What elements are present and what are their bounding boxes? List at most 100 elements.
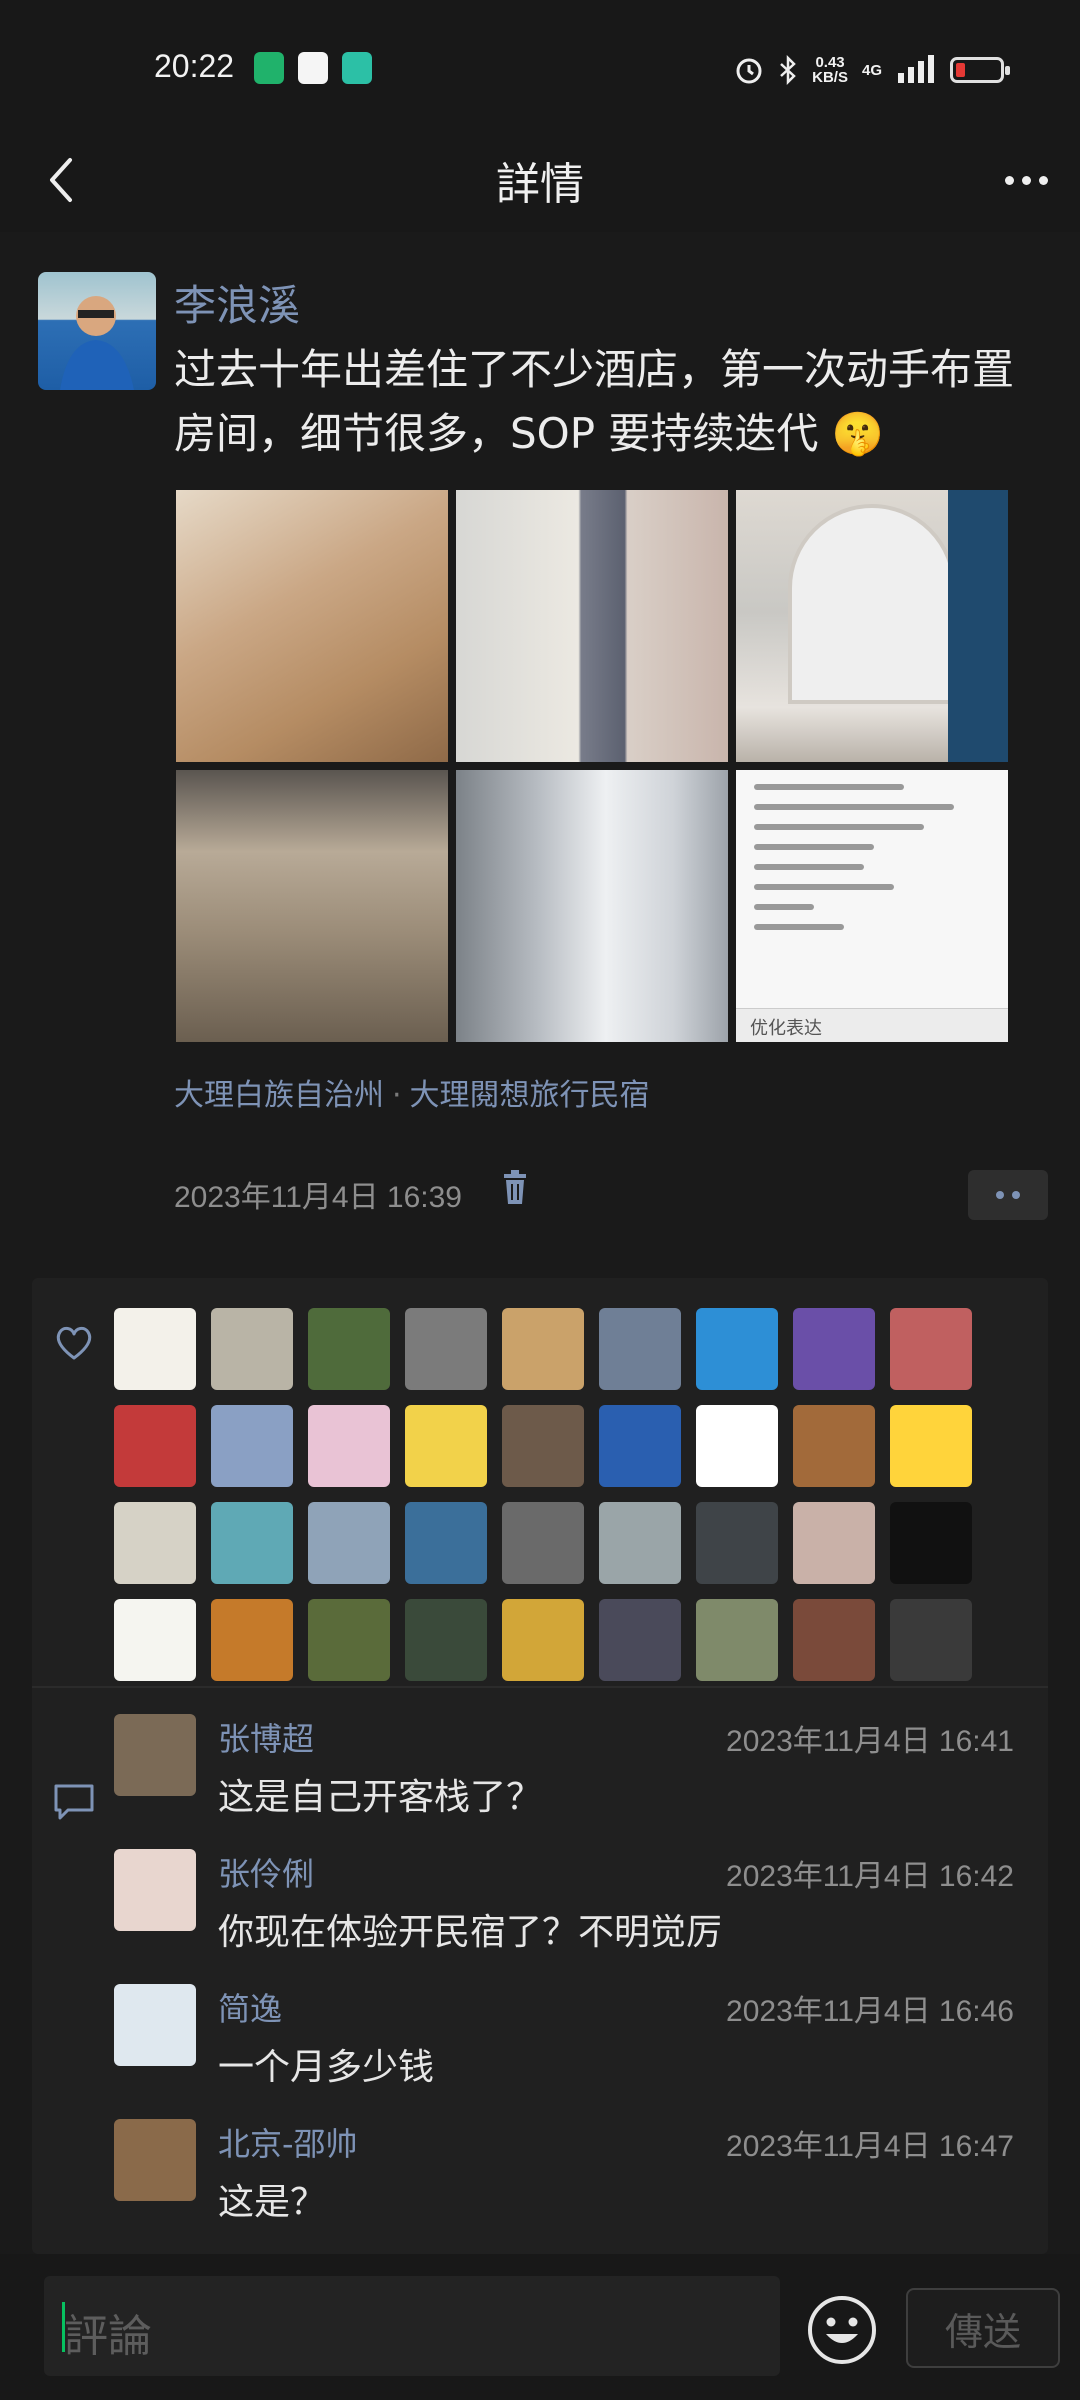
author-name[interactable]: 李浪溪 bbox=[174, 272, 300, 333]
emoji-icon[interactable] bbox=[806, 2294, 878, 2366]
bluetooth-icon bbox=[780, 55, 796, 85]
liker-avatar[interactable] bbox=[696, 1308, 778, 1390]
post-photo[interactable] bbox=[176, 770, 448, 1042]
comment-time: 2023年11月4日 16:47 bbox=[726, 2130, 1014, 2163]
commenter-name[interactable]: 简逸 bbox=[218, 1984, 282, 2030]
liker-avatar[interactable] bbox=[405, 1308, 487, 1390]
liker-avatar[interactable] bbox=[114, 1405, 196, 1487]
liker-avatar[interactable] bbox=[599, 1502, 681, 1584]
commenter-avatar[interactable] bbox=[114, 1714, 196, 1796]
liker-avatar[interactable] bbox=[793, 1599, 875, 1681]
author-avatar[interactable] bbox=[38, 272, 156, 390]
liker-avatar[interactable] bbox=[114, 1502, 196, 1584]
browser-notification-icon bbox=[298, 52, 328, 84]
comment-icon bbox=[54, 1784, 94, 1820]
comment-text: 这是自己开客栈了？ bbox=[218, 1777, 543, 1818]
post-text: 过去十年出差住了不少酒店，第一次动手布置房间，细节很多，SOP 要持续迭代 🤫 bbox=[174, 345, 1015, 458]
location-separator: · bbox=[392, 1078, 402, 1113]
commenter-name[interactable]: 北京-邵帅 bbox=[218, 2119, 358, 2165]
liker-avatar[interactable] bbox=[599, 1308, 681, 1390]
liker-avatar[interactable] bbox=[502, 1502, 584, 1584]
post-photo[interactable] bbox=[176, 490, 448, 762]
liker-avatar[interactable] bbox=[308, 1308, 390, 1390]
likes-avatar-grid bbox=[114, 1308, 1004, 1681]
status-icons: 0.43 KB/S 4G bbox=[734, 50, 1010, 90]
comment-item[interactable]: 张博超 2023年11月4日 16:41 这是自己开客栈了？ bbox=[114, 1714, 1014, 1834]
comment-item[interactable]: 北京-邵帅 2023年11月4日 16:47 这是？ bbox=[114, 2119, 1014, 2239]
liker-avatar[interactable] bbox=[502, 1308, 584, 1390]
battery-icon bbox=[950, 57, 1010, 83]
comment-input-bar: 評論 傳送 bbox=[0, 2254, 1080, 2400]
liker-avatar[interactable] bbox=[114, 1599, 196, 1681]
commenter-name[interactable]: 张博超 bbox=[218, 1714, 314, 1760]
network-speed: 0.43 KB/S bbox=[812, 54, 848, 86]
liker-avatar[interactable] bbox=[114, 1308, 196, 1390]
post-photo[interactable] bbox=[456, 490, 728, 762]
signal-icon bbox=[898, 55, 934, 83]
liker-avatar[interactable] bbox=[502, 1405, 584, 1487]
photo-grid: 优化表达 bbox=[176, 490, 1010, 1042]
commenter-avatar[interactable] bbox=[114, 2119, 196, 2201]
post-detail: 李浪溪 过去十年出差住了不少酒店，第一次动手布置房间，细节很多，SOP 要持续迭… bbox=[0, 232, 1080, 2254]
comment-text: 这是？ bbox=[218, 2182, 327, 2223]
liker-avatar[interactable] bbox=[308, 1405, 390, 1487]
comment-text: 你现在体验开民宿了？不明觉厉 bbox=[218, 1912, 723, 1953]
liker-avatar[interactable] bbox=[599, 1599, 681, 1681]
comment-item[interactable]: 简逸 2023年11月4日 16:46 一个月多少钱 bbox=[114, 1984, 1014, 2104]
liker-avatar[interactable] bbox=[793, 1502, 875, 1584]
location-place: 大理閱想旅行民宿 bbox=[409, 1078, 650, 1113]
comment-item[interactable]: 张伶俐 2023年11月4日 16:42 你现在体验开民宿了？不明觉厉 bbox=[114, 1849, 1014, 1969]
liker-avatar[interactable] bbox=[211, 1599, 293, 1681]
liker-avatar[interactable] bbox=[599, 1405, 681, 1487]
liker-avatar[interactable] bbox=[405, 1502, 487, 1584]
delete-icon[interactable] bbox=[496, 1168, 534, 1208]
comment-input[interactable]: 評論 bbox=[44, 2276, 780, 2376]
liker-avatar[interactable] bbox=[696, 1502, 778, 1584]
liker-avatar[interactable] bbox=[793, 1405, 875, 1487]
liker-avatar[interactable] bbox=[890, 1308, 972, 1390]
comment-time: 2023年11月4日 16:42 bbox=[726, 1860, 1014, 1893]
network-type: 4G bbox=[861, 61, 882, 79]
comment-placeholder: 評論 bbox=[64, 2311, 152, 2362]
comment-time: 2023年11月4日 16:46 bbox=[726, 1995, 1014, 2028]
liker-avatar[interactable] bbox=[405, 1405, 487, 1487]
post-photo[interactable] bbox=[736, 490, 1008, 762]
send-button[interactable]: 傳送 bbox=[906, 2288, 1060, 2368]
post-photo[interactable] bbox=[456, 770, 728, 1042]
nav-bar: 詳情 bbox=[0, 128, 1080, 232]
post-timestamp: 2023年11月4日 16:39 bbox=[174, 1181, 462, 1214]
commenter-name[interactable]: 张伶俐 bbox=[218, 1849, 314, 1895]
liker-avatar[interactable] bbox=[405, 1599, 487, 1681]
liker-avatar[interactable] bbox=[890, 1405, 972, 1487]
comment-time: 2023年11月4日 16:41 bbox=[726, 1725, 1014, 1758]
doc-footer-label: 优化表达 bbox=[750, 1018, 822, 1039]
like-comment-button[interactable] bbox=[968, 1170, 1048, 1220]
clock: 20:22 bbox=[154, 48, 235, 84]
liker-avatar[interactable] bbox=[890, 1502, 972, 1584]
liker-avatar[interactable] bbox=[211, 1405, 293, 1487]
location-city: 大理白族自治州 bbox=[174, 1078, 384, 1113]
status-bar: 20:22 0.43 KB/S 4G bbox=[0, 0, 1080, 128]
liker-avatar[interactable] bbox=[308, 1502, 390, 1584]
liker-avatar[interactable] bbox=[890, 1599, 972, 1681]
app-notification-icon bbox=[254, 52, 284, 84]
page-title: 詳情 bbox=[496, 159, 584, 210]
divider bbox=[32, 1686, 1048, 1688]
post-photo[interactable]: 优化表达 bbox=[736, 770, 1008, 1042]
liker-avatar[interactable] bbox=[696, 1405, 778, 1487]
liker-avatar[interactable] bbox=[793, 1308, 875, 1390]
location[interactable]: 大理白族自治州 · 大理閱想旅行民宿 bbox=[174, 1070, 650, 1114]
liker-avatar[interactable] bbox=[211, 1502, 293, 1584]
commenter-avatar[interactable] bbox=[114, 1849, 196, 1931]
alarm-icon bbox=[736, 58, 762, 84]
more-options-icon[interactable] bbox=[994, 148, 1058, 212]
liker-avatar[interactable] bbox=[502, 1599, 584, 1681]
commenter-avatar[interactable] bbox=[114, 1984, 196, 2066]
heart-icon bbox=[56, 1326, 92, 1360]
chat-notification-icon bbox=[342, 52, 372, 84]
liker-avatar[interactable] bbox=[696, 1599, 778, 1681]
liker-avatar[interactable] bbox=[211, 1308, 293, 1390]
comment-text: 一个月多少钱 bbox=[218, 2047, 435, 2088]
interaction-panel: 张博超 2023年11月4日 16:41 这是自己开客栈了？ 张伶俐 2023年… bbox=[32, 1278, 1048, 2254]
liker-avatar[interactable] bbox=[308, 1599, 390, 1681]
